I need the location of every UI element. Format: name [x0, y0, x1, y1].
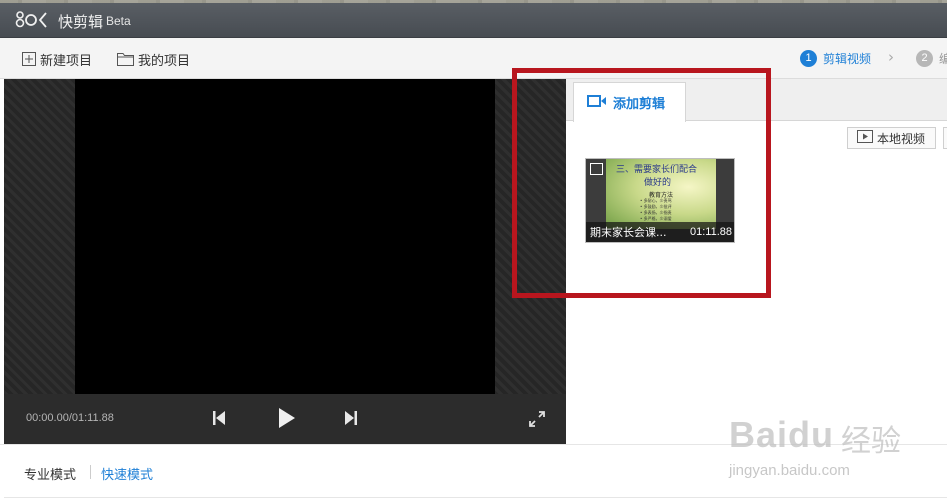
slide-text: 三、需要家长们配合	[616, 165, 698, 175]
mode-pro-link[interactable]: 专业模式	[24, 464, 76, 483]
clip-duration: 01:11.88	[689, 226, 732, 238]
app-logo-icon	[14, 8, 54, 30]
player-controls: 00:00.00/01:11.88	[4, 394, 566, 444]
step-number: 2	[916, 49, 933, 67]
app-beta-badge: Beta	[106, 14, 131, 28]
toolbar: 新建项目 我的项目 1 剪辑视频 › 2 编	[0, 38, 947, 79]
title-bar: 快剪辑 Beta	[0, 0, 947, 38]
clip-select-checkbox[interactable]	[590, 163, 603, 175]
time-display: 00:00.00/01:11.88	[26, 412, 114, 424]
folder-icon	[117, 52, 134, 66]
mode-bar: 专业模式 快速模式	[0, 444, 947, 504]
step-label: 剪辑视频	[823, 51, 872, 66]
background-strip	[0, 0, 947, 3]
step-label: 编	[939, 51, 947, 66]
chevron-right-icon: ›	[888, 48, 894, 66]
tab-bar: 添加剪辑	[566, 79, 947, 122]
divider	[4, 497, 947, 498]
mode-divider	[90, 465, 91, 479]
tab-add-clip-label: 添加剪辑	[613, 97, 666, 112]
previous-icon[interactable]	[211, 409, 227, 427]
new-project-label: 新建项目	[40, 53, 93, 69]
more-button[interactable]	[943, 127, 947, 149]
my-projects-button[interactable]: 我的项目	[117, 50, 191, 69]
video-preview-area	[4, 79, 566, 394]
clip-thumbnail[interactable]: 三、需要家长们配合 做好的 教育方法 • 多耐心，少责骂 • 多鼓励，少批评 •…	[585, 158, 735, 243]
local-video-label: 本地视频	[877, 131, 926, 146]
my-projects-label: 我的项目	[138, 53, 191, 69]
video-camera-icon	[587, 94, 607, 112]
fullscreen-icon[interactable]	[527, 409, 547, 429]
play-box-icon	[857, 130, 873, 146]
tab-add-clip[interactable]: 添加剪辑	[573, 82, 686, 122]
clip-library-panel: 添加剪辑 本地视频 三、需要家长们配合 做好的 教育方法 • 多耐心，少责骂 •…	[566, 79, 947, 444]
slide-text: 做好的	[644, 178, 672, 188]
plus-square-icon	[22, 52, 36, 66]
local-video-button[interactable]: 本地视频	[847, 127, 936, 149]
step-next[interactable]: 2 编	[916, 48, 947, 68]
play-icon[interactable]	[276, 406, 298, 430]
next-icon[interactable]	[343, 409, 359, 427]
clip-preview-image: 三、需要家长们配合 做好的 教育方法 • 多耐心，少责骂 • 多鼓励，少批评 •…	[606, 159, 716, 229]
app-window: 快剪辑 Beta 新建项目 我的项目 1 剪辑视频 › 2 编 00:00.00…	[0, 0, 947, 504]
video-canvas[interactable]	[75, 79, 495, 394]
clip-name: 期末家长会课...	[590, 226, 667, 239]
app-title: 快剪辑	[58, 13, 104, 31]
clip-caption: 期末家长会课... 01:11.88	[586, 222, 734, 242]
new-project-button[interactable]: 新建项目	[22, 50, 93, 69]
step-number: 1	[800, 49, 817, 67]
step-edit-video[interactable]: 1 剪辑视频	[800, 48, 871, 68]
mode-quick-link[interactable]: 快速模式	[101, 464, 153, 483]
